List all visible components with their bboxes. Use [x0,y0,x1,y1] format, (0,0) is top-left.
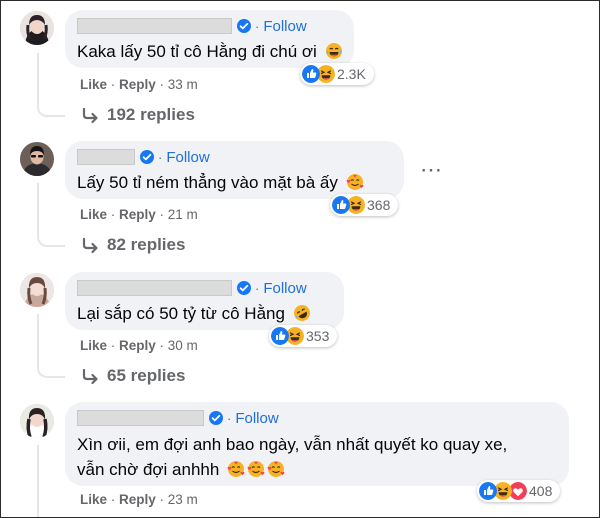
smiling-hearts-emoji [247,460,266,478]
avatar[interactable] [20,273,54,307]
rofl-emoji [292,304,311,322]
comment-text: Lại sắp có 50 tỷ từ cô Hằng [77,302,332,325]
like-reaction-icon [332,196,350,214]
reaction-count: 368 [367,197,391,213]
avatar[interactable] [20,142,54,176]
thread-connector [37,101,65,117]
reply-link[interactable]: Reply [119,207,156,222]
comment-bubble: · Follow Kaka lấy 50 tỉ cô Hằng đi chú ơ… [65,10,354,68]
reply-link[interactable]: Reply [119,492,156,507]
reaction-summary[interactable]: 368 [330,194,399,216]
comment-time[interactable]: 33 m [168,77,198,92]
reply-arrow-icon [82,368,98,385]
like-reaction-icon [479,482,497,500]
author-name[interactable] [77,280,232,296]
follow-button[interactable]: Follow [235,410,278,427]
follow-button[interactable]: Follow [263,280,306,297]
smiling-hearts-emoji [267,460,286,478]
like-link[interactable]: Like [80,207,107,222]
separator-dot: · [158,149,163,165]
like-link[interactable]: Like [80,492,107,507]
smiling-hearts-emoji [345,173,364,191]
comment-bubble: · Follow Xìn ơii, em đợi anh bao ngày, v… [65,402,569,486]
thread-connector [37,231,65,247]
view-replies-button[interactable]: 82 replies [81,235,185,255]
verified-badge-icon [237,19,251,33]
comment-time[interactable]: 30 m [168,338,198,353]
author-name[interactable] [77,18,232,34]
verified-badge-icon [209,411,223,425]
comment-text: Lấy 50 tỉ ném thẳng vào mặt bà ấy [77,171,392,194]
comment-time[interactable]: 23 m [168,492,198,507]
comment-actions: Like · Reply · 30 m [80,338,198,353]
follow-button[interactable]: Follow [263,18,306,35]
view-replies-button[interactable]: 65 replies [81,366,185,386]
comment-time[interactable]: 21 m [168,207,198,222]
comments-panel: · Follow Kaka lấy 50 tỉ cô Hằng đi chú ơ… [0,0,600,518]
reaction-summary[interactable]: 353 [269,325,338,347]
like-reaction-icon [271,327,289,345]
comment-actions: Like · Reply · 21 m [80,207,198,222]
like-link[interactable]: Like [80,338,107,353]
thread-line [37,183,39,235]
reaction-summary[interactable]: 408 [477,480,561,502]
reply-arrow-icon [82,107,98,124]
reply-link[interactable]: Reply [119,338,156,353]
separator-dot: · [227,410,232,426]
comment-bubble: · Follow Lại sắp có 50 tỷ từ cô Hằng [65,272,344,330]
comment-bubble: · Follow Lấy 50 tỉ ném thẳng vào mặt bà … [65,141,404,199]
author-name[interactable] [77,149,135,165]
thread-connector [37,362,65,378]
author-name[interactable] [77,410,204,426]
reaction-count: 408 [529,483,553,499]
thread-line [37,445,39,517]
tears-of-joy-emoji [324,42,343,60]
more-options-icon[interactable]: ⋯ [420,157,443,183]
reaction-count: 353 [306,328,330,344]
reaction-summary[interactable]: 2.3K [300,63,374,85]
reply-arrow-icon [82,237,98,254]
smiling-hearts-emoji [227,460,246,478]
thread-line [37,314,39,366]
replies-count: 82 replies [107,235,186,254]
follow-button[interactable]: Follow [166,149,209,166]
verified-badge-icon [237,281,251,295]
comment-text: Kaka lấy 50 tỉ cô Hằng đi chú ơi [77,40,343,63]
replies-count: 192 replies [107,105,195,124]
like-reaction-icon [302,65,320,83]
separator-dot: · [255,280,260,296]
thread-line [37,53,39,105]
comment-actions: Like · Reply · 33 m [80,77,198,92]
separator-dot: · [255,18,260,34]
comment-actions: Like · Reply · 23 m [80,492,198,507]
avatar[interactable] [20,404,54,438]
view-replies-button[interactable]: 192 replies [81,105,195,125]
comment-text: Xìn ơii, em đợi anh bao ngày, vẫn nhất q… [77,435,508,479]
like-link[interactable]: Like [80,77,107,92]
replies-count: 65 replies [107,366,186,385]
verified-badge-icon [140,150,154,164]
reaction-count: 2.3K [337,66,366,82]
avatar[interactable] [20,11,54,45]
reply-link[interactable]: Reply [119,77,156,92]
